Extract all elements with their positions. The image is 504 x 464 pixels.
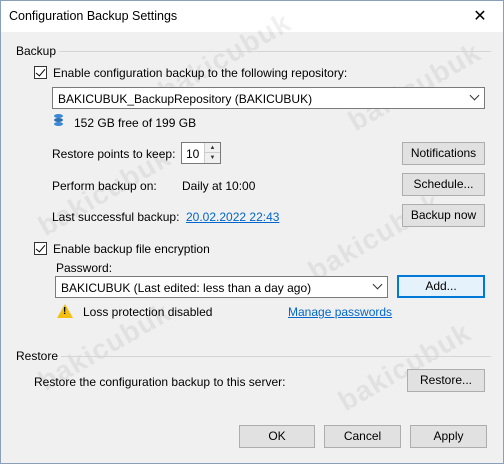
database-icon <box>54 114 63 128</box>
schedule-button[interactable]: Schedule... <box>402 173 485 196</box>
restore-points-value: 10 <box>186 147 200 161</box>
apply-button[interactable]: Apply <box>410 425 487 448</box>
ok-button[interactable]: OK <box>239 425 315 448</box>
notifications-button[interactable]: Notifications <box>402 142 485 165</box>
chevron-down-icon <box>372 279 383 290</box>
restore-button[interactable]: Restore... <box>407 369 485 392</box>
restore-description: Restore the configuration backup to this… <box>34 375 286 389</box>
password-value: BAKICUBUK (Last edited: less than a day … <box>61 281 312 295</box>
window-title: Configuration Backup Settings <box>9 9 178 23</box>
password-label: Password: <box>56 261 113 275</box>
repository-value: BAKICUBUK_BackupRepository (BAKICUBUK) <box>58 92 313 106</box>
dialog-window: Configuration Backup Settings ✕ bakicubu… <box>0 0 504 464</box>
close-icon[interactable]: ✕ <box>457 1 503 32</box>
last-backup-label: Last successful backup: <box>52 210 180 224</box>
enable-encryption-label: Enable backup file encryption <box>53 242 210 256</box>
perform-backup-label: Perform backup on: <box>52 179 157 193</box>
restore-points-label: Restore points to keep: <box>52 147 176 161</box>
repository-select[interactable]: BAKICUBUK_BackupRepository (BAKICUBUK) <box>52 87 485 109</box>
backup-section-label: Backup <box>16 44 57 58</box>
chevron-down-icon <box>469 90 480 101</box>
restore-section-label: Restore <box>16 349 59 363</box>
section-divider <box>59 51 491 52</box>
title-bar: Configuration Backup Settings ✕ <box>1 1 503 32</box>
enable-backup-checkbox[interactable] <box>34 66 47 79</box>
backup-now-button[interactable]: Backup now <box>402 204 485 227</box>
manage-passwords-link[interactable]: Manage passwords <box>288 305 392 319</box>
add-password-button[interactable]: Add... <box>397 275 485 298</box>
section-divider <box>61 356 491 357</box>
free-space-text: 152 GB free of 199 GB <box>74 116 197 130</box>
enable-backup-label: Enable configuration backup to the follo… <box>53 66 348 80</box>
enable-encryption-checkbox[interactable] <box>34 242 47 255</box>
cancel-button[interactable]: Cancel <box>324 425 401 448</box>
stepper-up-icon[interactable]: ▲ <box>205 143 220 153</box>
restore-points-stepper[interactable]: 10 ▲ ▼ <box>181 142 221 164</box>
last-backup-link[interactable]: 20.02.2022 22:43 <box>186 210 279 224</box>
password-select[interactable]: BAKICUBUK (Last edited: less than a day … <box>55 276 388 298</box>
stepper-down-icon[interactable]: ▼ <box>205 153 220 163</box>
perform-backup-value: Daily at 10:00 <box>182 179 256 193</box>
watermark: bakicubuk <box>302 186 447 287</box>
loss-protection-text: Loss protection disabled <box>83 305 213 319</box>
watermark: bakicubuk <box>332 316 477 417</box>
